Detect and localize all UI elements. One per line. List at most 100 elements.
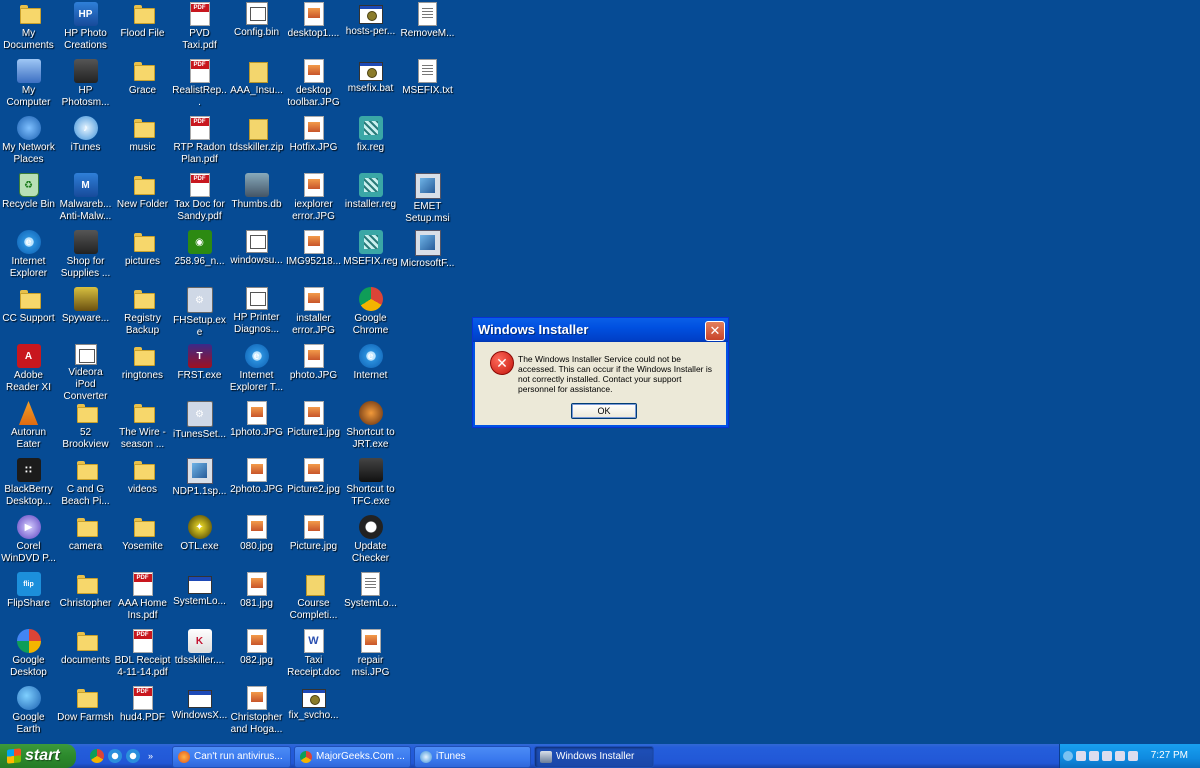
search-icon[interactable] (1076, 751, 1086, 761)
desktop-icon[interactable]: ✦ OTL.exe (171, 513, 228, 570)
desktop-icon[interactable]: 2photo.JPG (228, 456, 285, 513)
desktop-icon[interactable]: videos (114, 456, 171, 513)
internet-explorer-icon[interactable] (126, 749, 140, 763)
desktop-icon[interactable]: M Malwareb... Anti-Malw... (57, 171, 114, 228)
desktop-icon[interactable]: Picture1.jpg (285, 399, 342, 456)
desktop-icon[interactable]: repair msi.JPG (342, 627, 399, 684)
tray-arrow-icon[interactable] (1063, 751, 1073, 761)
desktop-icon[interactable]: T FRST.exe (171, 342, 228, 399)
desktop-icon[interactable]: installer.reg (342, 171, 399, 228)
desktop-icon[interactable]: Christopher (57, 570, 114, 627)
desktop-icon[interactable]: NDP1.1sp... (171, 456, 228, 513)
desktop-icon[interactable]: MicrosoftF... (399, 228, 456, 285)
desktop-icon[interactable]: ▶ Corel WinDVD P... (0, 513, 57, 570)
desktop-icon[interactable]: pictures (114, 228, 171, 285)
desktop-icon[interactable]: Registry Backup (114, 285, 171, 342)
desktop-icon[interactable]: desktop toolbar.JPG (285, 57, 342, 114)
desktop-icon[interactable]: CC Support (0, 285, 57, 342)
desktop-icon[interactable]: e Internet Explorer T... (228, 342, 285, 399)
volume-icon[interactable] (1128, 751, 1138, 761)
desktop-icon[interactable]: Shortcut to TFC.exe (342, 456, 399, 513)
desktop-icon[interactable]: ⚙ iTunesSet... (171, 399, 228, 456)
close-button[interactable]: ✕ (705, 321, 725, 341)
desktop-icon[interactable]: C and G Beach Pi... (57, 456, 114, 513)
desktop-icon[interactable]: Spyware... (57, 285, 114, 342)
desktop-icon[interactable]: W Taxi Receipt.doc (285, 627, 342, 684)
desktop-icon[interactable]: My Network Places (0, 114, 57, 171)
desktop-icon[interactable]: AAA Home Ins.pdf (114, 570, 171, 627)
desktop-icon[interactable]: fix.reg (342, 114, 399, 171)
desktop-icon[interactable]: Shop for Supplies ... (57, 228, 114, 285)
desktop-icon[interactable]: Ktdsskiller.... (171, 627, 228, 684)
desktop-icon[interactable]: Videora iPod Converter (57, 342, 114, 399)
ok-button[interactable]: OK (571, 403, 637, 419)
dialog-title-bar[interactable]: Windows Installer ✕ (473, 318, 728, 342)
desktop-icon[interactable]: Config.bin (228, 0, 285, 57)
desktop-icon[interactable]: New Folder (114, 171, 171, 228)
desktop-icon[interactable]: tdsskiller.zip (228, 114, 285, 171)
desktop-icon[interactable]: The Wire - season ... (114, 399, 171, 456)
internet-explorer-icon[interactable] (108, 749, 122, 763)
desktop-icon[interactable]: Course Completi... (285, 570, 342, 627)
desktop-icon[interactable]: IMG95218... (285, 228, 342, 285)
desktop-icon[interactable]: Yosemite (114, 513, 171, 570)
desktop-icon[interactable]: HP HP Photo Creations (57, 0, 114, 57)
desktop-icon[interactable]: RealistRep... (171, 57, 228, 114)
desktop-icon[interactable]: Update Checker (342, 513, 399, 570)
chrome-icon[interactable] (90, 749, 104, 763)
desktop-icon[interactable]: Thumbs.db (228, 171, 285, 228)
desktop-icon[interactable]: Christopher and Hoga... (228, 684, 285, 741)
wireless-icon[interactable] (1115, 751, 1125, 761)
desktop-icon[interactable]: hosts-per... (342, 0, 399, 57)
desktop-icon[interactable]: installer error.JPG (285, 285, 342, 342)
desktop-icon[interactable]: windowsu... (228, 228, 285, 285)
desktop-icon[interactable]: Google Earth (0, 684, 57, 741)
desktop-icon[interactable]: WindowsX... (171, 684, 228, 741)
taskbar-button[interactable]: MajorGeeks.Com ... (294, 746, 411, 768)
desktop-icon[interactable]: Grace (114, 57, 171, 114)
taskbar-button[interactable]: Can't run antivirus... (172, 746, 291, 768)
desktop-icon[interactable]: ringtones (114, 342, 171, 399)
desktop-icon[interactable]: flip FlipShare (0, 570, 57, 627)
desktop-icon[interactable]: HP Photosm... (57, 57, 114, 114)
desktop-icon[interactable]: 081.jpg (228, 570, 285, 627)
desktop-icon[interactable]: msefix.bat (342, 57, 399, 114)
desktop-icon[interactable]: 52 Brookview (57, 399, 114, 456)
desktop-icon[interactable]: hud4.PDF (114, 684, 171, 741)
desktop-icon[interactable]: photo.JPG (285, 342, 342, 399)
desktop-icon[interactable]: Shortcut to JRT.exe (342, 399, 399, 456)
start-button[interactable]: start (0, 744, 76, 768)
desktop-icon[interactable]: My Computer (0, 57, 57, 114)
desktop-icon[interactable]: e Internet (342, 342, 399, 399)
desktop-icon[interactable]: Google Chrome (342, 285, 399, 342)
desktop-icon[interactable]: fix_svcho... (285, 684, 342, 741)
desktop-icon[interactable]: EMET Setup.msi (399, 171, 456, 228)
desktop-icon[interactable]: Tax Doc for Sandy.pdf (171, 171, 228, 228)
desktop-icon[interactable]: MSEFIX.txt (399, 57, 456, 114)
desktop-icon[interactable]: ◉ 258.96_n... (171, 228, 228, 285)
desktop-icon[interactable]: e Internet Explorer (0, 228, 57, 285)
desktop-icon[interactable]: music (114, 114, 171, 171)
desktop-icon[interactable]: ♻ Recycle Bin (0, 171, 57, 228)
desktop-icon[interactable]: camera (57, 513, 114, 570)
desktop-icon[interactable]: BDL Receipt 4-11-14.pdf (114, 627, 171, 684)
desktop-icon[interactable]: RTP Radon Plan.pdf (171, 114, 228, 171)
desktop-icon[interactable]: RemoveM... (399, 0, 456, 57)
desktop-icon[interactable]: SystemLo... (342, 570, 399, 627)
desktop-icon[interactable]: A Adobe Reader XI (0, 342, 57, 399)
desktop-icon[interactable]: My Documents (0, 0, 57, 57)
network-icon[interactable] (1089, 751, 1099, 761)
desktop-icon[interactable]: iexplorer error.JPG (285, 171, 342, 228)
desktop-icon[interactable]: Autorun Eater (0, 399, 57, 456)
desktop-icon[interactable]: MSEFIX.reg (342, 228, 399, 285)
desktop-icon[interactable]: SystemLo... (171, 570, 228, 627)
desktop-icon[interactable]: ⚙ FHSetup.exe (171, 285, 228, 342)
security-icon[interactable] (1102, 751, 1112, 761)
desktop-icon[interactable]: ♪ iTunes (57, 114, 114, 171)
desktop-icon[interactable]: 082.jpg (228, 627, 285, 684)
desktop-icon[interactable]: HP Printer Diagnos... (228, 285, 285, 342)
desktop-icon[interactable]: Flood File (114, 0, 171, 57)
taskbar-button[interactable]: Windows Installer (534, 746, 654, 768)
desktop-icon[interactable]: 1photo.JPG (228, 399, 285, 456)
taskbar-button[interactable]: iTunes (414, 746, 531, 768)
